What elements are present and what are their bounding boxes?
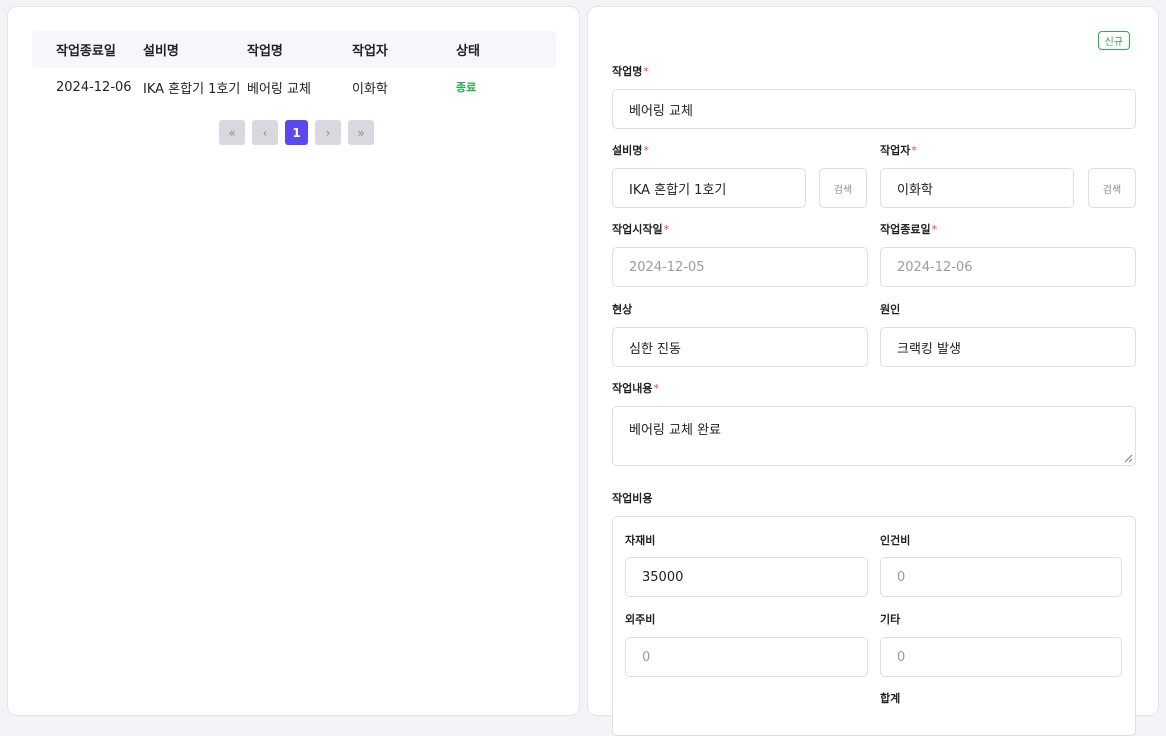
work-detail-form: 신규 작업명* 베어링 교체 설비명* IKA 혼합기 1호기 검색 작업자* … — [587, 6, 1159, 736]
content-text: 베어링 교체 완료 — [629, 423, 721, 438]
material-cost-label: 자재비 — [625, 534, 656, 547]
first-page-button[interactable]: « — [219, 120, 245, 145]
new-badge[interactable]: 신규 — [1097, 31, 1130, 50]
worker-search-button[interactable]: 검색 — [1088, 168, 1136, 208]
outsourcing-cost-label: 외주비 — [625, 613, 656, 626]
labor-cost-input[interactable]: 0 — [880, 557, 1122, 597]
cause-label: 원인 — [880, 303, 901, 316]
table-row[interactable]: 2024-12-06 IKA 혼합기 1호기 베어링 교체 이화학 종료 — [32, 68, 556, 106]
task-name-label: 작업명* — [612, 65, 649, 78]
other-cost-input[interactable]: 0 — [880, 637, 1122, 677]
outsourcing-cost-input[interactable]: 0 — [625, 637, 868, 677]
symptom-input[interactable]: 심한 진동 — [612, 327, 868, 367]
last-page-button[interactable]: » — [348, 120, 374, 145]
resize-handle-icon[interactable] — [1124, 454, 1133, 463]
other-cost-label: 기타 — [880, 613, 901, 626]
equipment-input[interactable]: IKA 혼합기 1호기 — [612, 168, 806, 208]
symptom-label: 현상 — [612, 303, 633, 316]
end-date-label: 작업종료일* — [880, 223, 938, 236]
prev-page-button[interactable]: ‹ — [252, 120, 278, 145]
cost-section: 자재비 35000 인건비 0 외주비 0 기타 0 합계 — [612, 516, 1136, 736]
cost-section-label: 작업비용 — [612, 492, 653, 505]
cell-end-date: 2024-12-06 — [56, 79, 132, 95]
status-badge: 종료 — [456, 81, 477, 94]
start-date-input[interactable]: 2024-12-05 — [612, 247, 868, 287]
header-end-date[interactable]: 작업종료일 — [32, 40, 143, 59]
cell-worker: 이화학 — [352, 81, 388, 97]
next-page-button[interactable]: › — [315, 120, 341, 145]
equipment-label: 설비명* — [612, 144, 649, 157]
task-name-input[interactable]: 베어링 교체 — [612, 89, 1136, 129]
equipment-search-button[interactable]: 검색 — [819, 168, 867, 208]
table-header: 작업종료일 설비명 작업명 작업자 상태 — [32, 31, 556, 68]
header-worker[interactable]: 작업자 — [352, 40, 456, 59]
material-cost-input[interactable]: 35000 — [625, 557, 868, 597]
header-status[interactable]: 상태 — [456, 40, 536, 59]
start-date-label: 작업시작일* — [612, 223, 670, 236]
cell-task: 베어링 교체 — [247, 81, 311, 97]
worker-label: 작업자* — [880, 144, 917, 157]
header-equipment[interactable]: 설비명 — [143, 40, 247, 59]
header-task[interactable]: 작업명 — [247, 40, 352, 59]
content-label: 작업내용* — [612, 382, 659, 395]
labor-cost-label: 인건비 — [880, 534, 911, 547]
pagination: « ‹ 1 › » — [219, 120, 374, 145]
cause-input[interactable]: 크랙킹 발생 — [880, 327, 1136, 367]
end-date-input[interactable]: 2024-12-06 — [880, 247, 1136, 287]
work-history-table: 작업종료일 설비명 작업명 작업자 상태 2024-12-06 IKA 혼합기 … — [32, 31, 556, 106]
worker-input[interactable]: 이화학 — [880, 168, 1074, 208]
content-textarea[interactable]: 베어링 교체 완료 — [612, 406, 1136, 466]
page-1-button[interactable]: 1 — [285, 120, 308, 145]
cell-equipment: IKA 혼합기 1호기 — [143, 81, 241, 97]
work-list-panel: 작업종료일 설비명 작업명 작업자 상태 2024-12-06 IKA 혼합기 … — [7, 6, 580, 716]
